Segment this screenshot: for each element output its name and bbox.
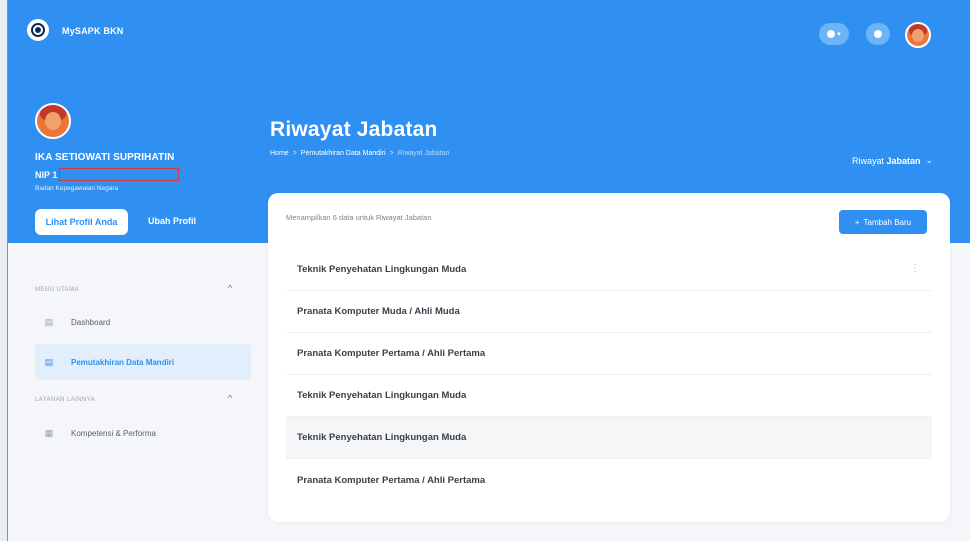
list-item-label: Pranata Komputer Pertama / Ahli Pertama: [297, 348, 486, 359]
window-left-edge: [0, 0, 8, 541]
jabatan-list: Teknik Penyehatan Lingkungan Muda ⋮ Pran…: [286, 249, 932, 501]
sidebar-item-label: Kompetensi & Performa: [71, 428, 156, 438]
menu-section-title: MENU UTAMA: [35, 287, 79, 293]
list-item-label: Teknik Penyehatan Lingkungan Muda: [297, 390, 467, 401]
edit-profile-link[interactable]: Ubah Profil: [148, 216, 196, 226]
list-item-label: Pranata Komputer Muda / Ahli Muda: [297, 306, 460, 317]
user-avatar-button[interactable]: [905, 22, 931, 48]
sidebar-item-kompetensi[interactable]: ▦ Kompetensi & Performa: [35, 416, 251, 450]
sidebar-item-dashboard[interactable]: ▤ Dashboard: [35, 305, 251, 339]
list-item[interactable]: Pranata Komputer Muda / Ahli Muda: [286, 291, 932, 333]
profile-nip: NIP 1: [35, 168, 180, 181]
half-moon-icon: [827, 30, 836, 38]
menu-section-title: LAYANAN LAINNYA: [35, 397, 96, 403]
sidebar: MENU UTAMA ^ ▤ Dashboard ▤ Pemutakhiran …: [8, 243, 260, 541]
chevron-down-icon: ⌄: [925, 155, 934, 165]
breadcrumb-separator: >: [389, 150, 394, 157]
document-icon: ▤: [44, 356, 54, 367]
breadcrumb-home[interactable]: Home: [270, 150, 289, 157]
profile-organization: Badan Kepegawaian Negara: [35, 185, 119, 192]
list-item-label: Teknik Penyehatan Lingkungan Muda: [297, 264, 467, 275]
list-item[interactable]: Teknik Penyehatan Lingkungan Muda: [286, 375, 932, 417]
riwayat-jabatan-card: Menampilkan 6 data untuk Riwayat Jabatan…: [268, 193, 950, 522]
section-dropdown-value: Jabatan: [886, 155, 921, 166]
bell-icon: [874, 30, 882, 38]
grid-icon: ▤: [44, 316, 54, 327]
nip-redacted-box: [59, 168, 180, 181]
sidebar-item-pemutakhiran[interactable]: ▤ Pemutakhiran Data Mandiri: [35, 344, 251, 380]
profile-avatar: [35, 103, 71, 139]
add-new-button[interactable]: + Tambah Baru: [839, 210, 927, 234]
breadcrumb-parent[interactable]: Pemutakhiran Data Mandiri: [301, 150, 386, 157]
profile-name: IKA SETIOWATI SUPRIHATIN: [35, 152, 175, 163]
list-item-label: Pranata Komputer Pertama / Ahli Pertama: [297, 474, 486, 486]
section-dropdown[interactable]: Riwayat Jabatan ⌄: [852, 155, 933, 166]
breadcrumb: Home > Pemutakhiran Data Mandiri > Riway…: [270, 150, 449, 157]
breadcrumb-separator: >: [292, 150, 297, 157]
app-name[interactable]: MySAPK BKN: [62, 26, 124, 36]
list-item[interactable]: Teknik Penyehatan Lingkungan Muda ⋮: [286, 249, 932, 291]
list-item[interactable]: Teknik Penyehatan Lingkungan Muda: [286, 417, 932, 459]
sidebar-item-label: Dashboard: [71, 317, 111, 327]
collapse-chevron-icon[interactable]: ^: [228, 283, 232, 293]
apps-icon: ▦: [44, 427, 54, 438]
app-logo-icon[interactable]: [27, 19, 49, 41]
notification-button[interactable]: [866, 23, 890, 45]
view-profile-button[interactable]: Lihat Profil Anda: [35, 209, 128, 235]
collapse-chevron-icon[interactable]: ^: [228, 393, 232, 403]
sidebar-item-label: Pemutakhiran Data Mandiri: [71, 357, 175, 367]
plus-icon: +: [854, 217, 860, 227]
list-item[interactable]: Pranata Komputer Pertama / Ahli Pertama: [286, 333, 932, 375]
profile-nip-label: NIP 1: [35, 169, 58, 180]
section-dropdown-prefix: Riwayat: [852, 155, 885, 166]
theme-toggle-button[interactable]: ▾: [819, 23, 849, 45]
more-options-icon[interactable]: ⋮: [910, 263, 920, 274]
list-item-label: Teknik Penyehatan Lingkungan Muda: [297, 432, 467, 443]
chevron-down-icon: ▾: [837, 31, 841, 38]
list-item[interactable]: Pranata Komputer Pertama / Ahli Pertama: [286, 459, 932, 501]
add-new-label: Tambah Baru: [863, 217, 912, 227]
breadcrumb-current: Riwayat Jabatan: [397, 150, 450, 157]
records-count-text: Menampilkan 6 data untuk Riwayat Jabatan: [286, 213, 432, 222]
page-title: Riwayat Jabatan: [270, 118, 438, 141]
